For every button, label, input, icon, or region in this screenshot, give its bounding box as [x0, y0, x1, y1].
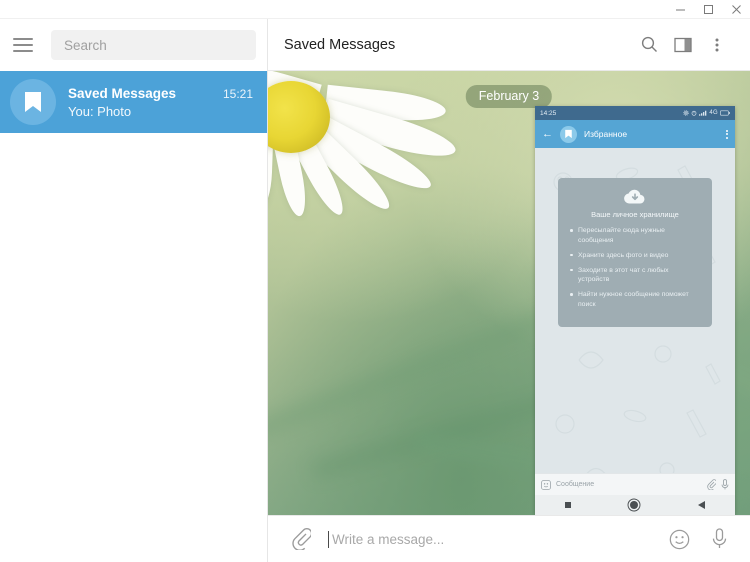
paperclip-icon[interactable] — [288, 526, 314, 552]
phone-avatar — [560, 125, 577, 143]
home-circle-icon — [630, 501, 639, 509]
close-button[interactable] — [722, 0, 750, 19]
telegram-desktop-window: Search Saved Messages 15:21 You: Photo S… — [0, 0, 750, 562]
phone-navigation-bar — [535, 495, 735, 515]
phone-screenshot-image[interactable]: 14:25 4G ← Избранное Ваше личное хранили… — [535, 106, 735, 515]
search-icon[interactable] — [632, 28, 666, 62]
main-body: Search Saved Messages 15:21 You: Photo S… — [0, 19, 750, 562]
card-title: Ваше личное хранилище — [591, 210, 679, 219]
phone-input-placeholder: Сообщение — [556, 481, 595, 488]
phone-message-area: Ваше личное хранилище Пересылайте сюда н… — [535, 148, 735, 473]
list-item: Найти нужное сообщение поможет поиск — [569, 290, 701, 310]
search-placeholder: Search — [64, 37, 107, 53]
page-title: Saved Messages — [284, 36, 396, 53]
window-title-bar — [0, 0, 750, 19]
minimize-button[interactable] — [666, 0, 694, 19]
signal-icon — [699, 110, 707, 116]
more-options-icon[interactable] — [726, 129, 728, 139]
chat-item-name: Saved Messages — [68, 85, 177, 101]
phone-chat-header: ← Избранное — [535, 120, 735, 148]
sidebar-toggle-icon[interactable] — [666, 28, 700, 62]
hamburger-menu-icon[interactable] — [13, 32, 39, 58]
list-item: Пересылайте сюда нужные сообщения — [569, 226, 701, 246]
message-composer: Write a message... — [268, 515, 750, 562]
cloud-download-icon — [569, 188, 701, 205]
avatar — [10, 79, 56, 125]
message-input[interactable]: Write a message... — [328, 526, 652, 552]
sidebar-item-saved-messages[interactable]: Saved Messages 15:21 You: Photo — [0, 71, 267, 133]
chat-header: Saved Messages — [268, 19, 750, 71]
chat-item-time: 15:21 — [222, 86, 253, 101]
bookmark-icon — [25, 92, 41, 112]
sidebar-toolbar: Search — [0, 19, 267, 71]
gear-icon — [683, 110, 690, 116]
text-cursor — [328, 530, 329, 548]
phone-status-time: 14:25 — [540, 109, 557, 117]
phone-chat-title: Избранное — [584, 129, 628, 139]
chat-item-preview: You: Photo — [68, 103, 132, 119]
search-input[interactable]: Search — [51, 30, 256, 60]
chat-panel: Saved Messages February 3 14:25 4G ← Изб… — [268, 19, 750, 562]
saved-messages-info-card: Ваше личное хранилище Пересылайте сюда н… — [558, 178, 712, 327]
back-triangle-icon — [698, 501, 706, 509]
microphone-icon[interactable] — [706, 526, 732, 552]
message-area: February 3 14:25 4G ← Избранное Ваше лич… — [268, 71, 750, 515]
microphone-icon — [721, 479, 729, 490]
card-bullet-list: Пересылайте сюда нужные сообщения Хранит… — [569, 226, 701, 310]
list-item: Храните здесь фото и видео — [569, 251, 701, 261]
battery-icon — [720, 110, 730, 116]
chat-item-texts: Saved Messages 15:21 You: Photo — [68, 86, 253, 119]
phone-status-bar: 14:25 4G — [535, 106, 735, 120]
smiley-icon[interactable] — [666, 526, 692, 552]
more-options-icon[interactable] — [700, 28, 734, 62]
phone-message-input-bar: Сообщение — [535, 473, 735, 495]
paperclip-icon — [707, 479, 716, 490]
phone-network-label: 4G — [709, 110, 718, 116]
alarm-icon — [692, 110, 697, 116]
message-input-placeholder: Write a message... — [332, 531, 445, 547]
smiley-icon — [541, 479, 551, 490]
phone-status-icons: 4G — [683, 110, 730, 116]
daisy-flower-graphic — [268, 71, 460, 365]
back-arrow-icon[interactable]: ← — [542, 128, 553, 140]
recents-square-icon — [564, 502, 571, 508]
maximize-button[interactable] — [694, 0, 722, 19]
bookmark-icon — [565, 129, 572, 139]
chat-list-sidebar: Search Saved Messages 15:21 You: Photo — [0, 19, 268, 562]
date-divider: February 3 — [465, 85, 553, 108]
list-item: Заходите в этот чат с любых устройств — [569, 266, 701, 286]
